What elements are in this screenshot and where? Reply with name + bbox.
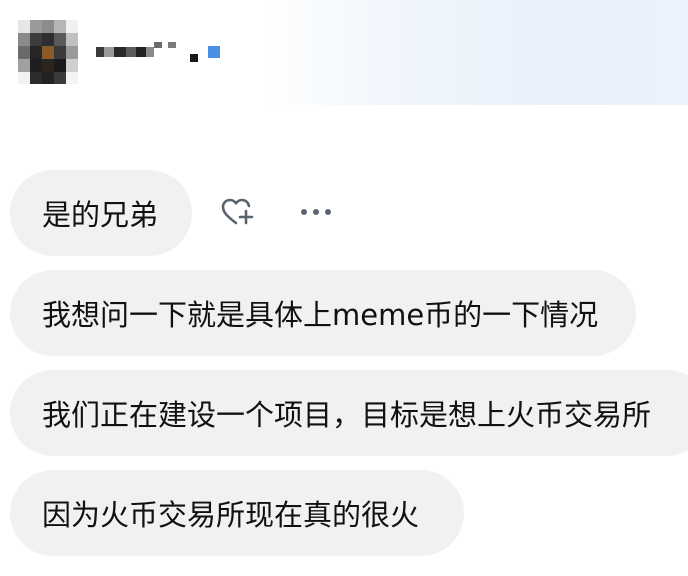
message-actions [220,192,336,232]
message-bubble[interactable]: 我们正在建设一个项目，目标是想上火币交易所 [10,370,688,456]
more-horizontal-icon[interactable] [296,192,336,232]
message-text: 我想问一下就是具体上meme币的一下情况 [42,298,599,332]
avatar[interactable] [18,20,78,84]
verified-badge-icon [208,46,220,58]
message-text: 是的兄弟 [42,198,159,232]
contact-name[interactable] [96,42,220,62]
message-text: 我们正在建设一个项目，目标是想上火币交易所 [42,398,652,432]
message-bubble[interactable]: 是的兄弟 [10,170,192,256]
header-background [260,0,688,105]
message-bubble[interactable]: 我想问一下就是具体上meme币的一下情况 [10,270,636,356]
heart-plus-icon[interactable] [220,196,256,228]
message-text: 因为火币交易所现在真的很火 [42,498,420,532]
message-bubble[interactable]: 因为火币交易所现在真的很火 [10,470,464,556]
chat-header [18,20,220,84]
